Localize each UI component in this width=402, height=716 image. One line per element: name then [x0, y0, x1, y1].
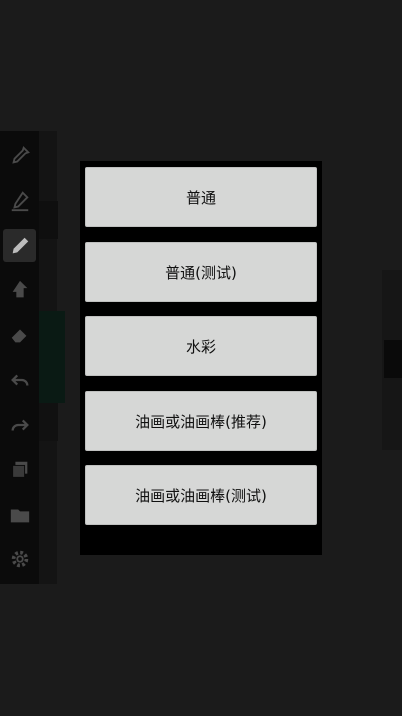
undo-icon[interactable]	[3, 363, 36, 396]
brush-option-watercolor[interactable]: 水彩	[85, 316, 317, 376]
brush-option-normal[interactable]: 普通	[85, 167, 317, 227]
eyedropper-pen-icon[interactable]	[3, 184, 36, 217]
brush-option-normal-test[interactable]: 普通(测试)	[85, 242, 317, 302]
layers-icon[interactable]	[3, 453, 36, 486]
pencil-icon[interactable]	[3, 229, 36, 262]
brush-option-oil-recommended[interactable]: 油画或油画棒(推荐)	[85, 391, 317, 451]
smudge-icon[interactable]	[3, 273, 36, 306]
side-panel-fragment	[39, 201, 58, 239]
right-panel-handle	[384, 340, 402, 378]
brush-option-oil-test[interactable]: 油画或油画棒(测试)	[85, 465, 317, 525]
eyedropper-icon[interactable]	[3, 139, 36, 172]
settings-gear-icon[interactable]	[3, 542, 36, 575]
color-panel-fragment	[39, 311, 65, 403]
brush-type-dialog: 普通 普通(测试) 水彩 油画或油画棒(推荐) 油画或油画棒(测试)	[80, 161, 322, 555]
tool-sidebar	[0, 131, 39, 584]
side-panel-fragment	[39, 403, 58, 441]
eraser-icon[interactable]	[3, 318, 36, 351]
redo-icon[interactable]	[3, 408, 36, 441]
folder-icon[interactable]	[3, 498, 36, 531]
